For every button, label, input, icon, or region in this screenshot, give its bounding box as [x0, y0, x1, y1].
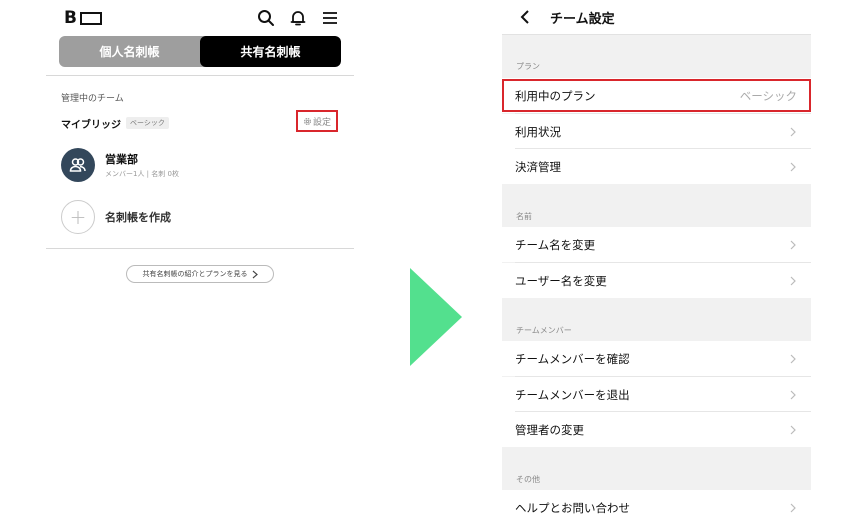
divider [46, 248, 354, 249]
row-view-team-members[interactable]: チームメンバーを確認 [502, 341, 811, 376]
plus-icon: + [61, 200, 95, 234]
row-label: 利用中のプラン [515, 88, 596, 103]
row-label: ヘルプとお問い合わせ [515, 500, 630, 515]
team-row: マイブリッジ ベーシック 設定 [61, 110, 346, 132]
notebook-subtitle: メンバー1人 | 名刺 0枚 [105, 170, 179, 178]
row-label: 利用状況 [515, 124, 561, 139]
team-settings-header: チーム設定 [502, 0, 811, 35]
team-notebook-item[interactable]: 営業部 メンバー1人 | 名刺 0枚 [61, 148, 179, 182]
logo-letter: B [64, 8, 78, 28]
group-label-plan: プラン [516, 62, 540, 71]
current-plan-value: ベーシック [739, 88, 797, 103]
team-avatar [61, 148, 95, 182]
row-label: 決済管理 [515, 159, 561, 174]
intro-link-label: 共有名刺帳の紹介とプランを見る [142, 270, 248, 278]
cardbook-segment-control: 個人名刺帳 共有名刺帳 [59, 36, 341, 67]
create-notebook-label: 名刺帳を作成 [105, 211, 171, 224]
row-label: チームメンバーを退出 [515, 387, 630, 402]
search-icon[interactable] [256, 8, 276, 28]
row-label: チームメンバーを確認 [515, 351, 630, 366]
book-logo-icon [79, 11, 102, 25]
bell-icon[interactable] [288, 8, 308, 28]
shared-cardbook-intro-link[interactable]: 共有名刺帳の紹介とプランを見る [126, 265, 274, 283]
plan-badge: ベーシック [126, 117, 169, 129]
tab-personal-cardbook[interactable]: 個人名刺帳 [59, 36, 200, 67]
team-name: マイブリッジ [61, 119, 121, 131]
divider [46, 75, 354, 76]
group-label-name: 名前 [516, 212, 532, 221]
menu-icon[interactable] [320, 8, 340, 28]
row-label: 管理者の変更 [515, 422, 584, 437]
chevron-right-icon [789, 276, 797, 286]
top-icons [256, 8, 340, 28]
create-notebook-button[interactable]: + 名刺帳を作成 [61, 200, 171, 234]
row-label: ユーザー名を変更 [515, 273, 607, 288]
app-logo[interactable]: B [64, 8, 102, 28]
transition-arrow [410, 268, 462, 366]
row-help-contact[interactable]: ヘルプとお問い合わせ [502, 490, 811, 522]
shared-cardbook-screen: B 個人名刺帳 共有名刺帳 管理中のチーム マイブリッジ ベーシック 設定 営業… [46, 0, 354, 300]
page-title: チーム設定 [550, 11, 615, 27]
row-usage-status[interactable]: 利用状況 [502, 114, 811, 149]
group-label-other: その他 [516, 475, 540, 484]
team-settings-button[interactable]: 設定 [296, 110, 338, 132]
tab-shared-cardbook[interactable]: 共有名刺帳 [200, 36, 341, 67]
row-payment-management[interactable]: 決済管理 [502, 149, 811, 184]
settings-label: 設定 [312, 117, 331, 128]
row-change-user-name[interactable]: ユーザー名を変更 [502, 263, 811, 298]
top-bar: B [46, 0, 354, 36]
row-label: チーム名を変更 [515, 237, 596, 252]
comparison-stage: B 個人名刺帳 共有名刺帳 管理中のチーム マイブリッジ ベーシック 設定 営業… [0, 0, 850, 522]
notebook-text: 営業部 メンバー1人 | 名刺 0枚 [105, 151, 179, 179]
chevron-right-icon [789, 162, 797, 172]
gear-icon [303, 117, 311, 125]
chevron-right-icon [789, 240, 797, 250]
group-users-icon [69, 158, 86, 172]
notebook-title: 営業部 [105, 153, 138, 166]
chevron-right-icon [789, 354, 797, 364]
chevron-right-icon [789, 390, 797, 400]
back-chevron-icon[interactable] [518, 10, 532, 24]
row-change-admin[interactable]: 管理者の変更 [502, 412, 811, 447]
chevron-right-icon [789, 503, 797, 513]
row-current-plan[interactable]: 利用中のプラン ベーシック [502, 78, 811, 113]
team-settings-screen: チーム設定 プラン 利用中のプラン ベーシック 利用状況 決済管理 名前 チーム… [502, 0, 811, 522]
chevron-right-icon [789, 425, 797, 435]
row-leave-team[interactable]: チームメンバーを退出 [502, 377, 811, 412]
chevron-right-icon [789, 127, 797, 137]
chevron-right-icon [252, 270, 258, 278]
row-change-team-name[interactable]: チーム名を変更 [502, 227, 811, 262]
group-label-team-members: チームメンバー [516, 326, 572, 335]
managed-teams-label: 管理中のチーム [61, 94, 124, 104]
